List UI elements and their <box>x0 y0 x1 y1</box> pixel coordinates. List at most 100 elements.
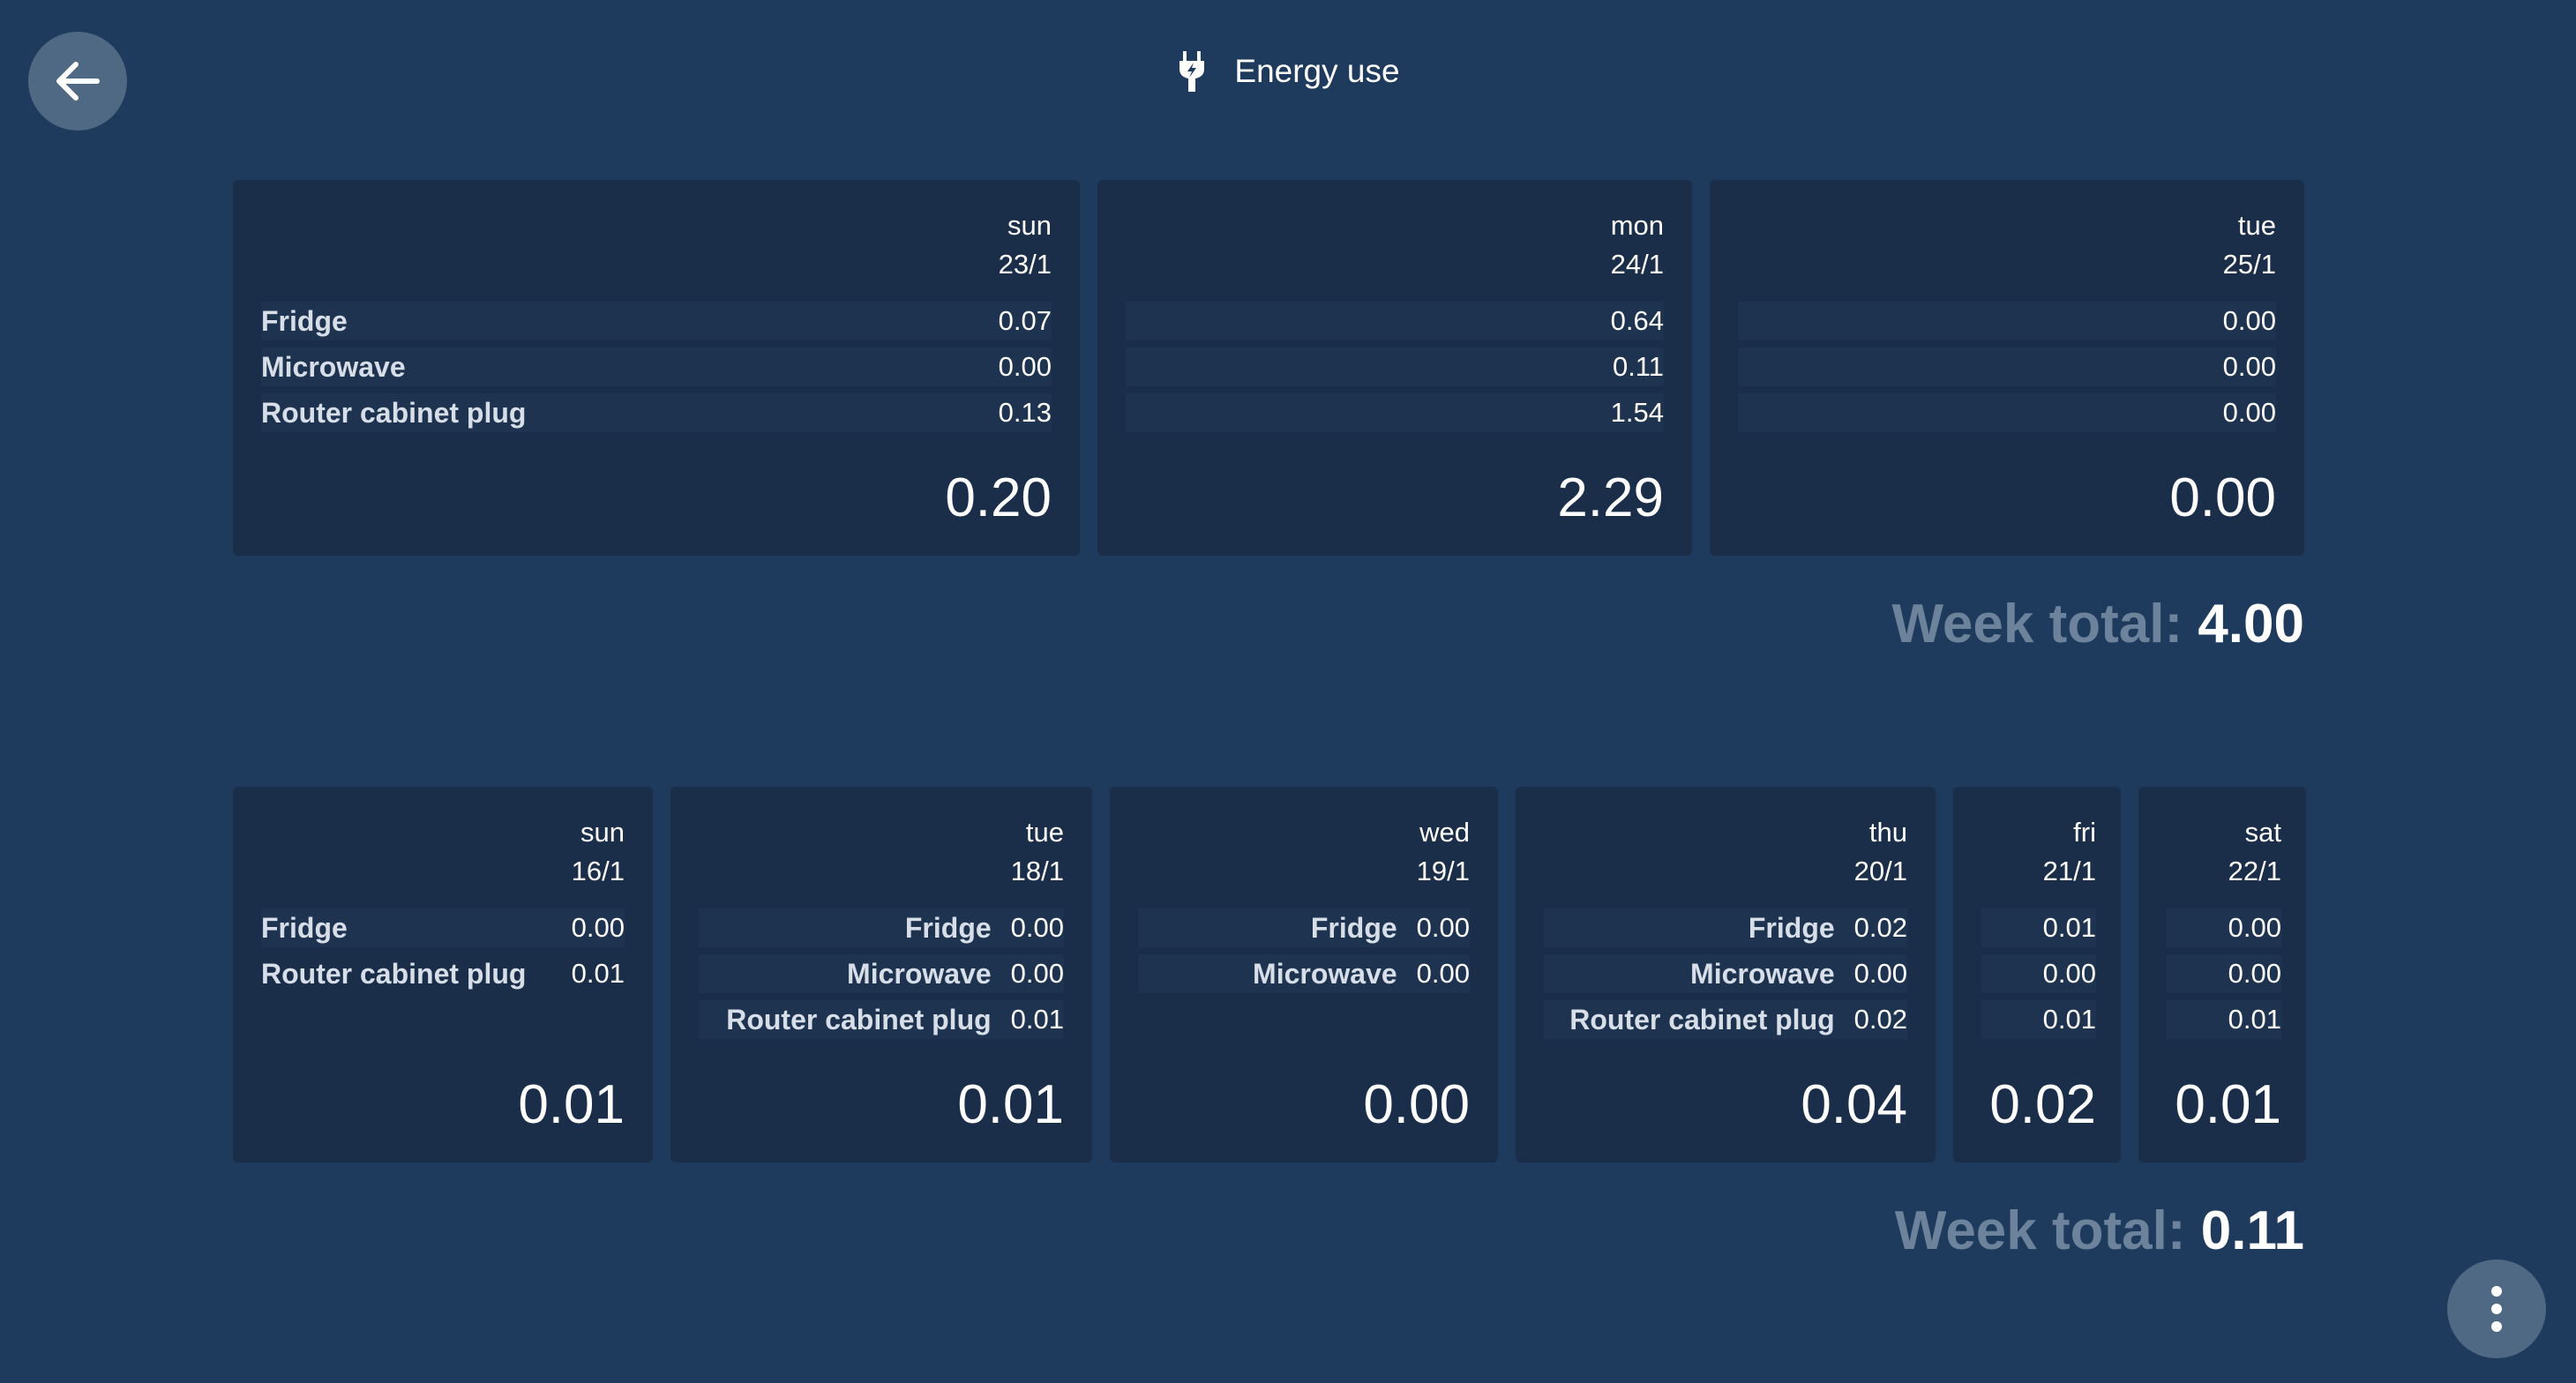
device-value: 0.00 <box>2222 305 2276 336</box>
week-total-label: Week total: <box>1891 594 2183 654</box>
day-name: mon <box>1610 210 1664 241</box>
device-row: 0.01 <box>2167 1000 2281 1039</box>
day-header: tue 18/1 <box>699 813 1064 891</box>
day-date: 25/1 <box>2222 249 2276 280</box>
device-row: Microwave 0.00 <box>1544 954 1907 993</box>
device-row: Router cabinet plug 0.13 <box>261 393 1052 432</box>
device-row: 0.01 <box>1981 908 2096 947</box>
day-card: tue 25/1 0.00 0.00 0.00 0.00 <box>1710 180 2304 556</box>
device-name: Fridge <box>261 304 348 337</box>
day-date: 18/1 <box>1010 856 1064 886</box>
day-name: fri <box>2073 817 2096 848</box>
device-value: 0.64 <box>1610 305 1664 336</box>
device-list: 0.64 0.11 1.54 <box>1126 302 1664 432</box>
device-name: Fridge <box>1748 911 1835 944</box>
device-row: 0.00 <box>1738 348 2276 386</box>
device-name: Router cabinet plug <box>1569 1003 1835 1035</box>
day-name: wed <box>1419 817 1470 848</box>
week-total: Week total: 0.11 <box>1895 1200 2304 1262</box>
day-date: 19/1 <box>1416 856 1470 886</box>
device-value: 0.01 <box>2228 1004 2281 1035</box>
day-header: thu 20/1 <box>1544 813 1907 891</box>
day-header: wed 19/1 <box>1138 813 1470 891</box>
device-value: 0.00 <box>2228 958 2281 989</box>
device-name: Fridge <box>261 911 348 944</box>
device-list: Fridge 0.00 Microwave 0.00 Router cabine… <box>699 908 1064 1039</box>
device-value: 0.01 <box>2042 1004 2096 1035</box>
device-name: Fridge <box>1310 911 1397 944</box>
day-name: sat <box>2244 817 2281 848</box>
device-value: 0.00 <box>2222 397 2276 428</box>
more-options-button[interactable] <box>2447 1260 2546 1358</box>
device-value: 0.07 <box>998 305 1052 336</box>
device-list: 0.01 0.00 0.01 <box>1981 908 2096 1039</box>
device-value: 0.00 <box>1416 958 1470 989</box>
device-row: Fridge 0.07 <box>261 302 1052 340</box>
device-row: 0.00 <box>1738 302 2276 340</box>
day-card: wed 19/1 Fridge 0.00 Microwave 0.00 0.00 <box>1110 787 1498 1162</box>
device-row: Microwave 0.00 <box>1138 954 1470 993</box>
day-card: sun 16/1 Fridge 0.00 Router cabinet plug… <box>233 787 653 1162</box>
day-total: 0.02 <box>1989 1074 2096 1135</box>
device-value: 0.00 <box>1010 912 1064 943</box>
day-name: sun <box>1007 210 1052 241</box>
device-row: 1.54 <box>1126 393 1664 432</box>
day-header: mon 24/1 <box>1126 206 1664 284</box>
device-row: Router cabinet plug 0.01 <box>261 954 625 993</box>
device-row: 0.64 <box>1126 302 1664 340</box>
day-date: 23/1 <box>998 249 1052 280</box>
device-value: 0.11 <box>1612 351 1664 382</box>
more-vertical-icon <box>2491 1286 2502 1332</box>
day-date: 22/1 <box>2228 856 2281 886</box>
day-card: fri 21/1 0.01 0.00 0.01 0.02 <box>1953 787 2121 1162</box>
device-value: 0.02 <box>1853 912 1907 943</box>
day-name: sun <box>580 817 625 848</box>
device-value: 0.01 <box>1010 1004 1064 1035</box>
device-row: Fridge 0.00 <box>261 908 625 947</box>
device-value: 0.00 <box>998 351 1052 382</box>
device-row: Router cabinet plug 0.02 <box>1544 1000 1907 1039</box>
week-total-value: 0.11 <box>2200 1200 2304 1261</box>
device-value: 0.00 <box>1010 958 1064 989</box>
device-list: Fridge 0.02 Microwave 0.00 Router cabine… <box>1544 908 1907 1039</box>
day-total: 0.01 <box>518 1074 625 1135</box>
device-list: Fridge 0.00 Microwave 0.00 <box>1138 908 1470 993</box>
day-total: 0.04 <box>1801 1074 1907 1135</box>
device-name: Microwave <box>261 350 406 383</box>
device-value: 0.00 <box>1853 958 1907 989</box>
day-total: 0.20 <box>945 467 1052 528</box>
day-header: fri 21/1 <box>1981 813 2096 891</box>
plug-icon <box>1179 51 1205 92</box>
device-row: 0.00 <box>1981 954 2096 993</box>
day-header: sat 22/1 <box>2167 813 2281 891</box>
device-value: 0.00 <box>2042 958 2096 989</box>
device-name: Fridge <box>904 911 992 944</box>
device-name: Microwave <box>1253 957 1397 990</box>
device-row: Router cabinet plug 0.01 <box>699 1000 1064 1039</box>
device-row: 0.00 <box>1738 393 2276 432</box>
device-list: Fridge 0.00 Router cabinet plug 0.01 <box>261 908 625 993</box>
device-name: Router cabinet plug <box>261 957 527 990</box>
week-total: Week total: 4.00 <box>1892 593 2305 655</box>
day-date: 24/1 <box>1610 249 1664 280</box>
day-total: 0.01 <box>2175 1074 2281 1135</box>
device-name: Microwave <box>1690 957 1835 990</box>
device-name: Microwave <box>847 957 992 990</box>
previous-week-row: sun 16/1 Fridge 0.00 Router cabinet plug… <box>233 787 2306 1162</box>
day-header: sun 16/1 <box>261 813 625 891</box>
device-row: Microwave 0.00 <box>261 348 1052 386</box>
device-row: Microwave 0.00 <box>699 954 1064 993</box>
day-name: thu <box>1868 817 1907 848</box>
device-value: 0.13 <box>998 397 1052 428</box>
device-row: Fridge 0.00 <box>699 908 1064 947</box>
device-list: 0.00 0.00 0.01 <box>2167 908 2281 1039</box>
day-header: tue 25/1 <box>1738 206 2276 284</box>
device-row: Fridge 0.02 <box>1544 908 1907 947</box>
device-row: 0.01 <box>1981 1000 2096 1039</box>
device-name: Router cabinet plug <box>726 1003 992 1035</box>
week-total-label: Week total: <box>1894 1200 2186 1261</box>
day-date: 20/1 <box>1853 856 1907 886</box>
device-row: 0.00 <box>2167 954 2281 993</box>
device-value: 1.54 <box>1610 397 1664 428</box>
device-list: 0.00 0.00 0.00 <box>1738 302 2276 432</box>
